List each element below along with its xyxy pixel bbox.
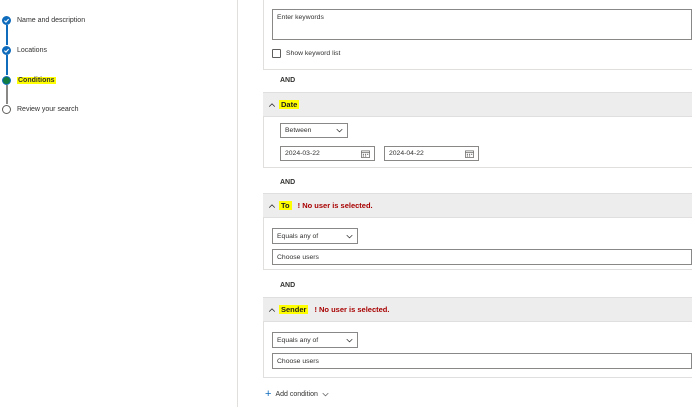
start-date-value: 2024-03-22 (285, 150, 320, 157)
date-operator-dropdown[interactable]: Between (280, 123, 348, 138)
step-connector (6, 85, 8, 104)
current-step-icon (2, 75, 11, 85)
show-keyword-list[interactable]: Show keyword list (272, 49, 340, 58)
chevron-up-icon[interactable] (268, 306, 276, 314)
chevron-down-icon (346, 338, 353, 342)
sender-operator-dropdown[interactable]: Equals any of (272, 332, 358, 348)
to-section-header[interactable]: To ! No user is selected. (263, 193, 692, 218)
step-conditions[interactable]: Conditions (2, 75, 56, 85)
to-operator-dropdown[interactable]: Equals any of (272, 228, 358, 244)
wizard-nav: Name and description Locations Condition… (0, 0, 238, 407)
pending-step-icon (2, 104, 11, 114)
to-section-error: ! No user is selected. (297, 201, 373, 210)
add-condition-label: Add condition (275, 390, 318, 398)
check-icon (2, 15, 11, 25)
step-label: Name and description (17, 16, 86, 24)
step-label: Conditions (17, 76, 56, 84)
step-label: Locations (17, 46, 47, 54)
and-operator: AND (280, 282, 296, 289)
end-date-picker[interactable]: 2024-04-22 (384, 146, 479, 161)
sender-operator-value: Equals any of (277, 336, 319, 344)
sender-section-body (263, 322, 692, 378)
to-users-placeholder: Choose users (277, 253, 319, 261)
keywords-input[interactable]: Enter keywords (272, 9, 692, 40)
end-date-value: 2024-04-22 (389, 150, 424, 157)
sender-section-error: ! No user is selected. (314, 305, 390, 314)
chevron-up-icon[interactable] (268, 101, 276, 109)
sender-section-title: Sender (279, 305, 309, 314)
plus-icon: + (265, 388, 272, 400)
keywords-placeholder: Enter keywords (277, 14, 324, 21)
to-section-title: To (279, 201, 292, 210)
step-connector (6, 25, 8, 45)
start-date-picker[interactable]: 2024-03-22 (280, 146, 375, 161)
calendar-icon[interactable] (465, 150, 474, 158)
step-locations[interactable]: Locations (2, 45, 47, 55)
add-condition-button[interactable]: + Add condition (265, 388, 329, 400)
show-keyword-list-checkbox[interactable] (272, 49, 281, 58)
step-connector (6, 55, 8, 75)
date-section-title: Date (279, 100, 300, 109)
to-operator-value: Equals any of (277, 232, 319, 240)
step-label: Review your search (17, 105, 79, 113)
chevron-down-icon (336, 128, 343, 133)
sender-section-header[interactable]: Sender ! No user is selected. (263, 297, 692, 322)
sender-users-picker[interactable]: Choose users (272, 353, 692, 369)
and-operator: AND (280, 77, 296, 84)
chevron-up-icon[interactable] (268, 202, 276, 210)
chevron-down-icon (322, 392, 329, 396)
date-section-header[interactable]: Date (263, 92, 692, 117)
sender-users-placeholder: Choose users (277, 357, 319, 365)
and-operator: AND (280, 179, 296, 186)
show-keyword-list-label: Show keyword list (286, 50, 341, 57)
step-review-your-search[interactable]: Review your search (2, 104, 78, 114)
check-icon (2, 45, 11, 55)
chevron-down-icon (346, 234, 353, 238)
step-name-and-description[interactable]: Name and description (2, 15, 85, 25)
calendar-icon[interactable] (361, 150, 370, 158)
date-operator-value: Between (285, 127, 312, 134)
to-users-picker[interactable]: Choose users (272, 249, 692, 265)
